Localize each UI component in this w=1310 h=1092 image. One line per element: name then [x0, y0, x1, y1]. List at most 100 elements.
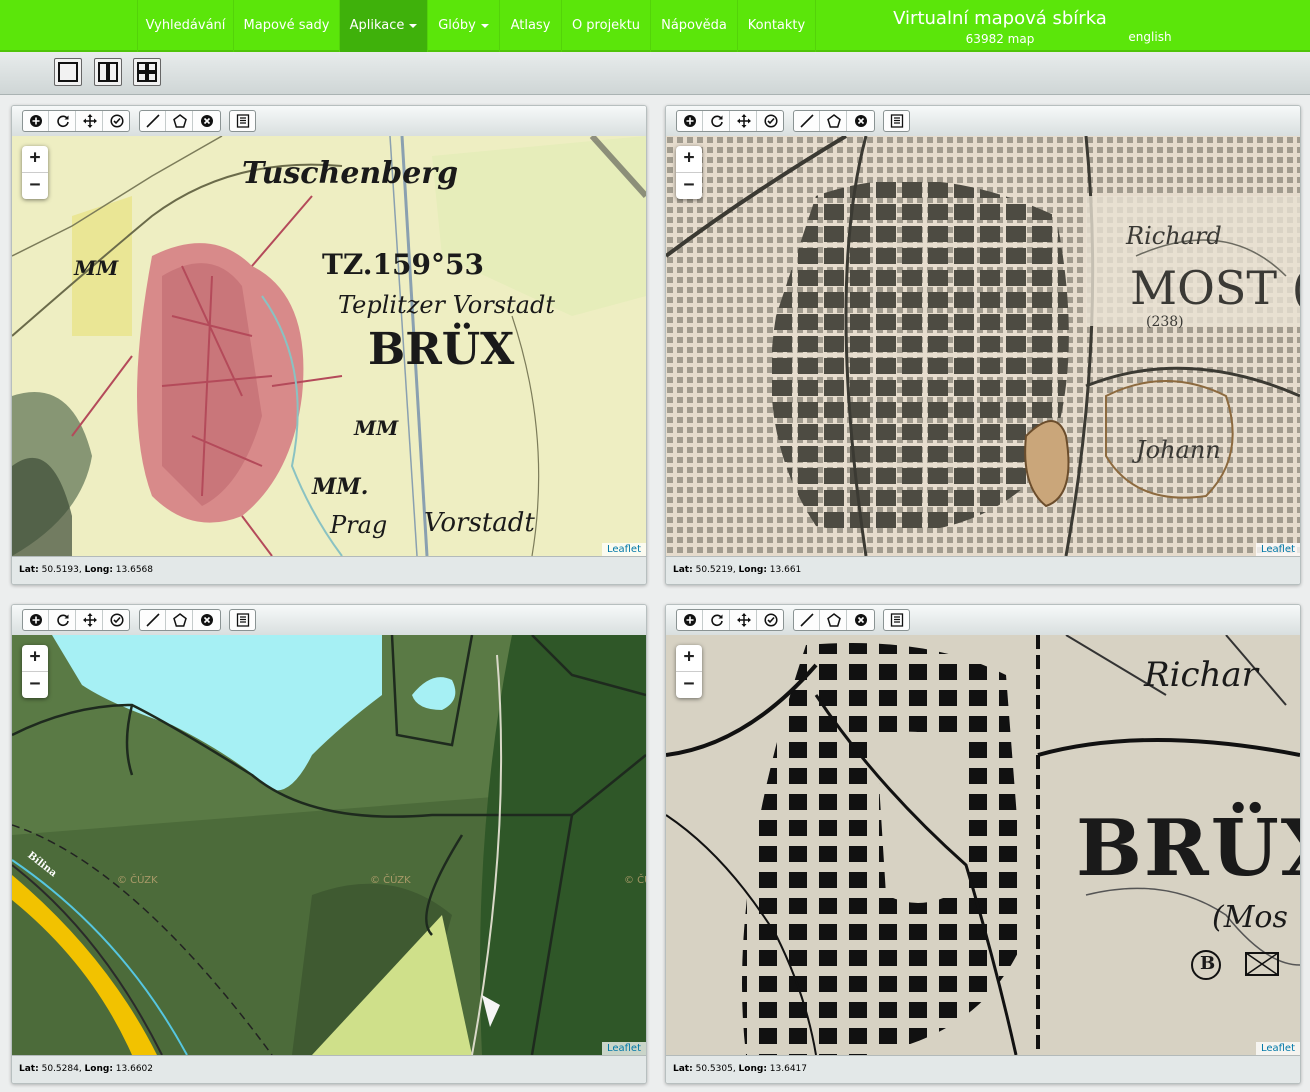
- language-switch[interactable]: english: [1120, 30, 1180, 44]
- zoom-control: + −: [22, 146, 48, 199]
- latitude-value: 50.5219: [695, 565, 733, 575]
- drawing-tools: [139, 609, 221, 631]
- map-view-2[interactable]: Richard MOST (B (238) Johann + − Leaflet: [666, 136, 1300, 556]
- rotate-icon: [57, 614, 69, 627]
- draw-polygon-button[interactable]: [821, 610, 847, 630]
- zoom-in-circle-icon: [684, 614, 696, 626]
- rotate-tool-button[interactable]: [50, 610, 76, 630]
- aerial-photo-map: [12, 635, 646, 1055]
- leaflet-attribution[interactable]: Leaflet: [1255, 1042, 1300, 1055]
- nav-map-sets[interactable]: Mapové sady: [233, 0, 339, 52]
- rotate-tool-button[interactable]: [704, 610, 730, 630]
- layout-toolbar: [0, 52, 1310, 95]
- map-label: MM: [74, 256, 119, 280]
- clear-drawing-button[interactable]: [194, 111, 220, 131]
- list-icon: [890, 114, 904, 128]
- draw-line-button[interactable]: [140, 111, 166, 131]
- nav-contacts[interactable]: Kontakty: [737, 0, 816, 52]
- map-toolbar: [666, 106, 1300, 137]
- single-pane-button[interactable]: [54, 58, 82, 86]
- brand-map-count: 63982 map: [965, 32, 1035, 46]
- zoom-out-button[interactable]: −: [676, 672, 702, 698]
- zoom-in-tool-button[interactable]: [677, 111, 703, 131]
- draw-line-button[interactable]: [794, 610, 820, 630]
- map-label: B: [1200, 953, 1216, 974]
- zoom-in-tool-button[interactable]: [677, 610, 703, 630]
- layer-tools: [883, 609, 910, 631]
- draw-polygon-button[interactable]: [821, 111, 847, 131]
- draw-line-icon: [146, 613, 160, 627]
- cuzk-watermark: © ČÚZK: [624, 875, 646, 886]
- draw-line-icon: [146, 114, 160, 128]
- draw-polygon-button[interactable]: [167, 610, 193, 630]
- zoom-control: + −: [676, 146, 702, 199]
- layer-list-button[interactable]: [884, 610, 910, 630]
- four-pane-button[interactable]: [133, 58, 161, 86]
- nav-search[interactable]: Vyhledávání: [137, 0, 233, 52]
- select-tool-button[interactable]: [104, 111, 130, 131]
- map-label: Johann: [1136, 436, 1221, 464]
- zoom-in-button[interactable]: +: [22, 146, 48, 173]
- nav-atlases[interactable]: Atlasy: [499, 0, 561, 52]
- layer-list-button[interactable]: [884, 111, 910, 131]
- single-pane-icon: [58, 62, 78, 82]
- map-label: MM.: [312, 474, 369, 500]
- drawing-tools: [139, 110, 221, 132]
- two-pane-button[interactable]: [94, 58, 122, 86]
- clear-circle-icon: [201, 614, 213, 626]
- zoom-out-button[interactable]: −: [22, 173, 48, 199]
- pan-move-icon: [737, 613, 751, 627]
- rotate-tool-button[interactable]: [704, 111, 730, 131]
- zoom-in-button[interactable]: +: [676, 146, 702, 173]
- rotate-tool-button[interactable]: [50, 111, 76, 131]
- clear-circle-icon: [201, 115, 213, 127]
- list-icon: [890, 613, 904, 627]
- leaflet-attribution[interactable]: Leaflet: [1255, 543, 1300, 556]
- layer-list-button[interactable]: [230, 111, 256, 131]
- pan-tool-button[interactable]: [731, 610, 757, 630]
- nav-globes[interactable]: Glóby: [427, 0, 499, 52]
- nav-help[interactable]: Nápověda: [650, 0, 737, 52]
- two-pane-icon: [98, 62, 118, 82]
- pan-tool-button[interactable]: [77, 111, 103, 131]
- zoom-in-tool-button[interactable]: [23, 610, 49, 630]
- map-view-1[interactable]: Tuschenberg TZ.159°53 Teplitzer Vorstadt…: [12, 136, 646, 556]
- draw-line-button[interactable]: [794, 111, 820, 131]
- draw-polygon-button[interactable]: [167, 111, 193, 131]
- drawing-tools: [793, 609, 875, 631]
- clear-drawing-button[interactable]: [194, 610, 220, 630]
- zoom-out-button[interactable]: −: [676, 173, 702, 199]
- coordinates-readout: Lat: 50.5305, Long: 13.6417: [666, 1055, 1300, 1083]
- layer-tools: [229, 110, 256, 132]
- clear-drawing-button[interactable]: [848, 111, 874, 131]
- clear-drawing-button[interactable]: [848, 610, 874, 630]
- map-toolbar: [12, 605, 646, 636]
- leaflet-attribution[interactable]: Leaflet: [601, 543, 646, 556]
- zoom-in-circle-icon: [684, 115, 696, 127]
- select-tool-button[interactable]: [758, 610, 784, 630]
- map-toolbar: [12, 106, 646, 137]
- nav-applications[interactable]: Aplikace: [339, 0, 427, 52]
- select-tool-button[interactable]: [104, 610, 130, 630]
- map-view-3[interactable]: Bílina © ČÚZK © ČÚZK © ČÚZK + − Leaflet: [12, 635, 646, 1055]
- leaflet-attribution[interactable]: Leaflet: [601, 1042, 646, 1055]
- draw-line-button[interactable]: [140, 610, 166, 630]
- rotate-icon: [711, 614, 723, 627]
- zoom-out-button[interactable]: −: [22, 672, 48, 698]
- nav-about[interactable]: O projektu: [561, 0, 650, 52]
- select-tool-button[interactable]: [758, 111, 784, 131]
- zoom-in-tool-button[interactable]: [23, 111, 49, 131]
- map-view-4[interactable]: Richar BRÜX (Mos B + − Leaflet: [666, 635, 1300, 1055]
- navigation-tools: [22, 609, 130, 631]
- top-navbar: Vyhledávání Mapové sady Aplikace Glóby A…: [0, 0, 1310, 52]
- zoom-in-button[interactable]: +: [22, 645, 48, 672]
- brand-title[interactable]: Virtualní mapová sbírka: [880, 8, 1120, 29]
- list-icon: [236, 114, 250, 128]
- pan-tool-button[interactable]: [77, 610, 103, 630]
- zoom-in-button[interactable]: +: [676, 645, 702, 672]
- layer-list-button[interactable]: [230, 610, 256, 630]
- pan-tool-button[interactable]: [731, 111, 757, 131]
- layer-tools: [229, 609, 256, 631]
- latitude-value: 50.5305: [695, 1064, 733, 1074]
- map-label: TZ.159°53: [322, 248, 484, 281]
